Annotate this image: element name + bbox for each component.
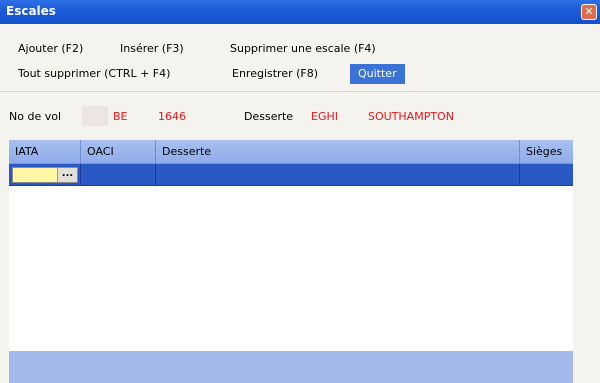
oaci-cell[interactable]: [81, 164, 156, 186]
ellipsis-icon[interactable]: ...: [57, 168, 77, 182]
column-header-desserte[interactable]: Desserte: [156, 140, 520, 164]
ajouter-menu-item[interactable]: Ajouter (F2): [14, 40, 87, 58]
column-header-iata[interactable]: IATA: [9, 140, 81, 164]
desserte-code: EGHI: [311, 110, 338, 123]
no-de-vol-field[interactable]: [82, 106, 108, 126]
title-bar[interactable]: Escales ✕: [0, 0, 600, 24]
iata-cell[interactable]: ...: [9, 164, 81, 186]
column-header-sieges[interactable]: Sièges: [520, 140, 573, 164]
close-icon[interactable]: ✕: [581, 4, 597, 20]
window-title: Escales: [6, 4, 56, 18]
sieges-cell[interactable]: [520, 164, 573, 186]
escales-window: Escales ✕ Ajouter (F2) Insérer (F3) Supp…: [0, 0, 600, 383]
column-header-oaci[interactable]: OACI: [81, 140, 156, 164]
flight-number: 1646: [158, 110, 186, 123]
flight-info: No de vol BE 1646 Desserte EGHI SOUTHAMP…: [0, 92, 600, 140]
grid-footer: [9, 351, 573, 383]
quitter-menu-item[interactable]: Quitter: [350, 64, 405, 84]
tout-supprimer-menu-item[interactable]: Tout supprimer (CTRL + F4): [14, 65, 174, 83]
desserte-label: Desserte: [244, 110, 294, 123]
menu-bar: Ajouter (F2) Insérer (F3) Supprimer une …: [0, 24, 600, 90]
inserer-menu-item[interactable]: Insérer (F3): [116, 40, 188, 58]
grid-header: IATA OACI Desserte Sièges: [9, 140, 573, 164]
desserte-cell[interactable]: [156, 164, 520, 186]
supprimer-escale-menu-item[interactable]: Supprimer une escale (F4): [226, 40, 380, 58]
iata-edit-input[interactable]: ...: [12, 167, 78, 183]
table-row[interactable]: ...: [9, 164, 573, 186]
airline-code: BE: [113, 110, 128, 123]
desserte-name: SOUTHAMPTON: [368, 110, 454, 123]
enregistrer-menu-item[interactable]: Enregistrer (F8): [228, 65, 322, 83]
escales-grid: IATA OACI Desserte Sièges ...: [9, 140, 573, 383]
no-de-vol-label: No de vol: [9, 110, 61, 123]
